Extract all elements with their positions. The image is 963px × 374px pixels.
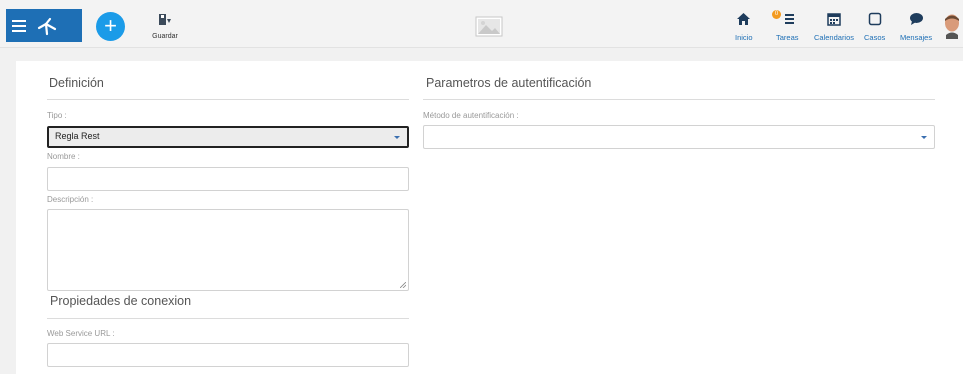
descripcion-label: Descripción : bbox=[47, 195, 94, 204]
auth-method-label: Método de autentificación : bbox=[423, 111, 519, 120]
definition-divider bbox=[47, 99, 409, 100]
menu-icon[interactable] bbox=[12, 17, 26, 35]
app-logo-icon[interactable] bbox=[36, 15, 60, 37]
definition-title: Definición bbox=[49, 76, 104, 90]
connection-title: Propiedades de conexion bbox=[50, 294, 192, 308]
tipo-select-value: Regla Rest bbox=[55, 131, 100, 141]
nav-item-mensajes[interactable]: Mensajes bbox=[900, 12, 932, 42]
nombre-input[interactable] bbox=[47, 167, 409, 191]
messages-icon bbox=[909, 13, 923, 25]
nav-item-calendarios[interactable]: Calendarios bbox=[814, 12, 854, 42]
nav-label-mensajes: Mensajes bbox=[900, 33, 933, 42]
save-icon bbox=[159, 14, 171, 25]
url-input[interactable] bbox=[47, 343, 409, 367]
url-label: Web Service URL : bbox=[47, 329, 115, 338]
chevron-down-icon bbox=[921, 136, 927, 139]
nav-label-casos: Casos bbox=[864, 33, 886, 42]
add-button[interactable]: + bbox=[96, 12, 125, 41]
nav-label-calendarios: Calendarios bbox=[814, 33, 855, 42]
nav-label-inicio: Inicio bbox=[735, 33, 753, 42]
home-icon bbox=[737, 13, 751, 25]
auth-method-select[interactable] bbox=[423, 125, 935, 149]
cases-icon bbox=[868, 12, 881, 26]
tasks-icon bbox=[785, 14, 795, 24]
auth-title: Parametros de autentificación bbox=[426, 76, 592, 90]
connection-divider bbox=[47, 318, 409, 319]
brand-bar bbox=[6, 9, 82, 42]
image-placeholder-icon bbox=[475, 16, 503, 37]
nav-item-tareas[interactable]: 0 Tareas bbox=[772, 10, 799, 42]
nav-item-inicio[interactable]: Inicio bbox=[735, 12, 753, 42]
nav-label-tareas: Tareas bbox=[776, 33, 799, 42]
nombre-label: Nombre : bbox=[47, 152, 80, 161]
save-label: Guardar bbox=[152, 33, 178, 40]
form-sheet: Definición Tipo : Regla Rest Nombre : De… bbox=[16, 61, 963, 374]
tipo-label: Tipo : bbox=[47, 111, 67, 120]
save-button[interactable]: Guardar bbox=[149, 13, 181, 40]
tasks-badge: 0 bbox=[772, 10, 781, 19]
nav-item-casos[interactable]: Casos bbox=[864, 12, 885, 42]
auth-divider bbox=[423, 99, 935, 100]
tipo-select[interactable]: Regla Rest bbox=[47, 126, 409, 148]
top-toolbar: + Guardar Inicio 0 Tareas Calendarios Ca… bbox=[0, 0, 963, 48]
chevron-down-icon bbox=[394, 136, 400, 139]
resize-handle-icon[interactable] bbox=[400, 282, 406, 288]
descripcion-textarea[interactable] bbox=[47, 209, 409, 291]
user-avatar[interactable] bbox=[943, 13, 961, 39]
calendar-icon bbox=[827, 13, 841, 26]
